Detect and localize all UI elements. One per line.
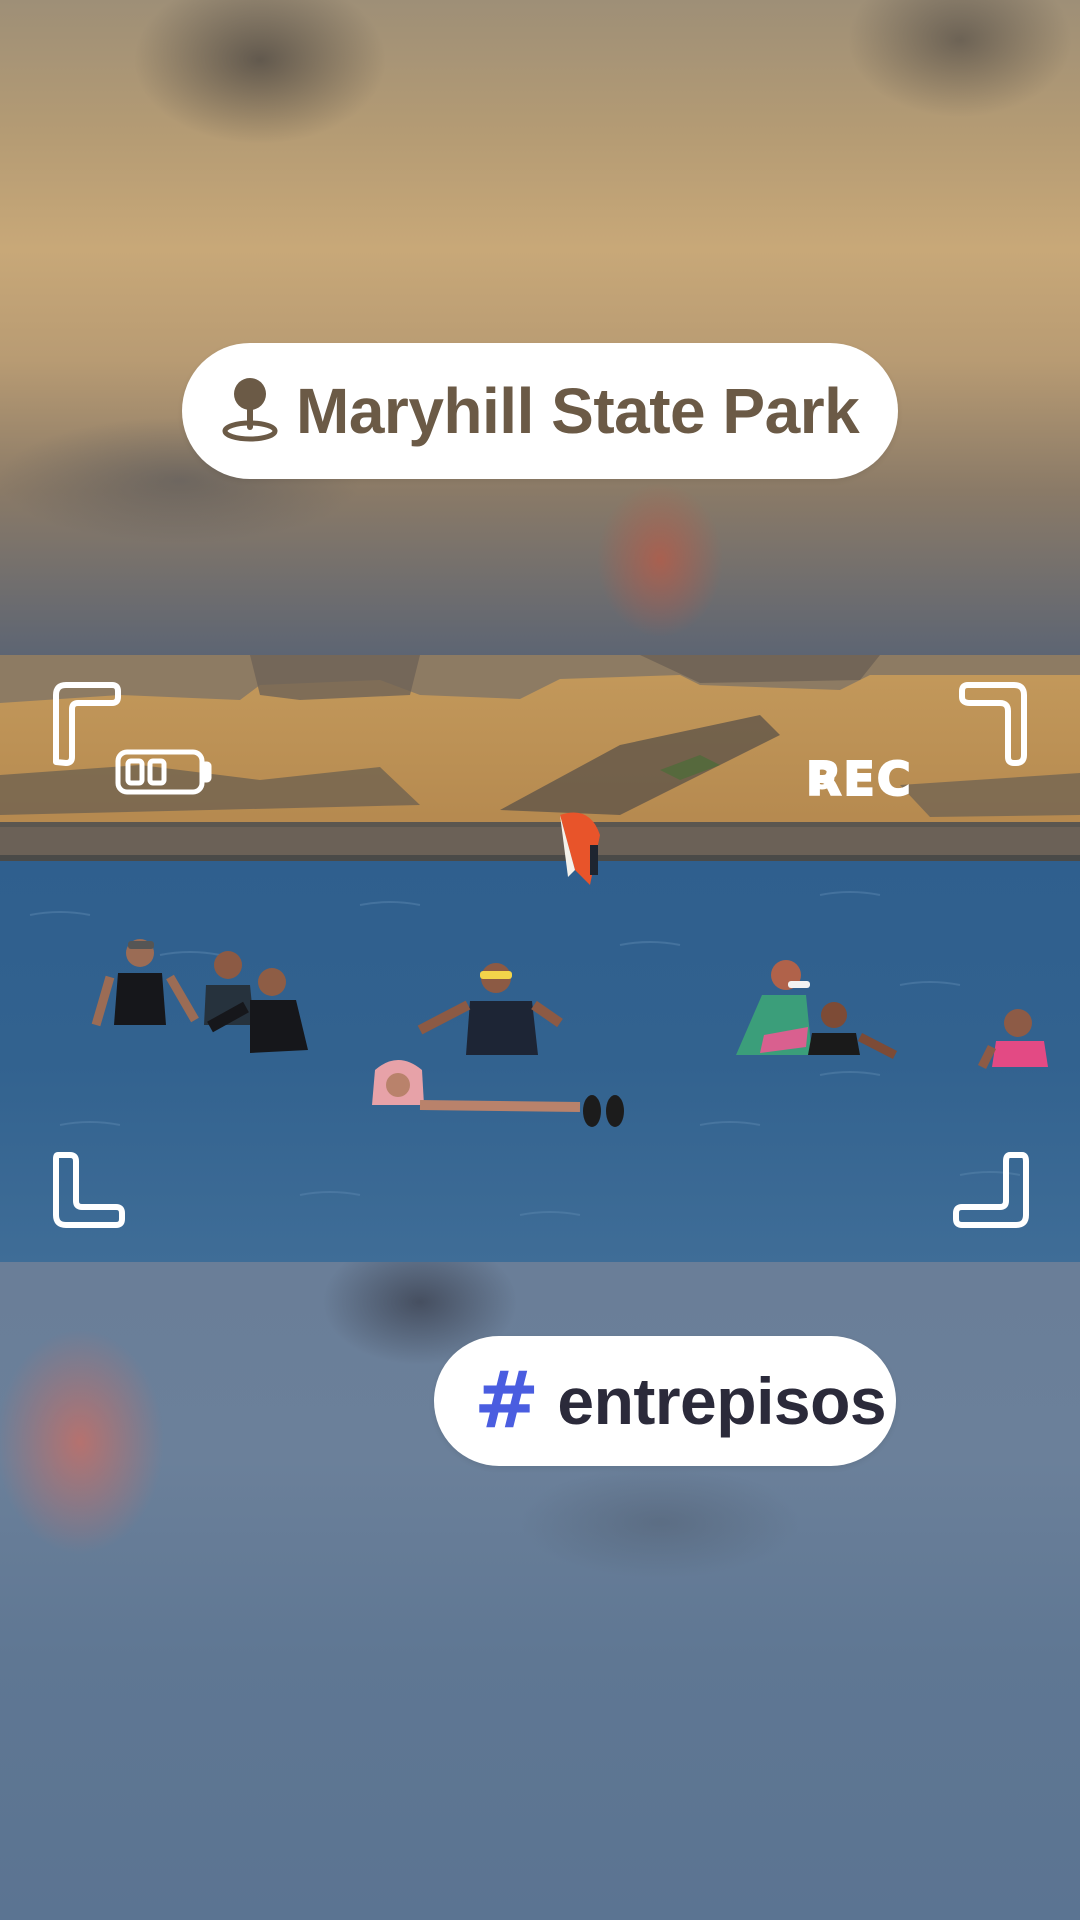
- map-pin-icon: [222, 376, 278, 446]
- location-sticker[interactable]: Maryhill State Park: [182, 343, 898, 479]
- hashtag-text: entrepisos: [557, 1364, 887, 1438]
- hashtag-icon: #: [474, 1356, 540, 1446]
- blurred-backdrop-top: [0, 0, 1080, 655]
- hashtag-sticker[interactable]: # entrepisos: [434, 1336, 896, 1466]
- location-name: Maryhill State Park: [296, 375, 860, 447]
- story-photo: [0, 655, 1080, 1262]
